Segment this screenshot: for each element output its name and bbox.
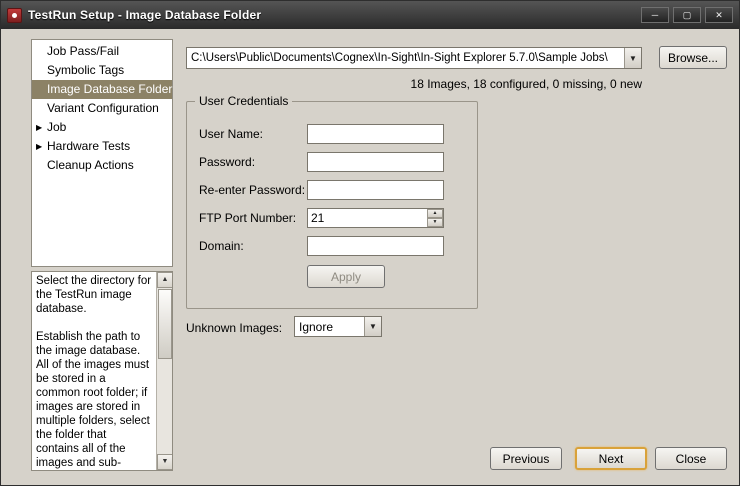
setup-nav-list: Job Pass/Fail Symbolic Tags Image Databa… bbox=[31, 39, 173, 267]
sidebar-item-hardware-tests[interactable]: ▶ Hardware Tests bbox=[32, 137, 172, 156]
ftp-port-spinner: ▲ ▼ bbox=[427, 209, 443, 227]
spin-down-icon[interactable]: ▼ bbox=[427, 218, 443, 227]
sidebar-item-symbolic-tags[interactable]: Symbolic Tags bbox=[32, 61, 172, 80]
password-label: Password: bbox=[199, 155, 307, 169]
minimize-button[interactable]: ─ bbox=[641, 7, 669, 23]
testrun-setup-dialog: TestRun Setup - Image Database Folder ─ … bbox=[0, 0, 740, 486]
scroll-down-icon[interactable]: ▼ bbox=[157, 454, 173, 470]
image-database-path-value: C:\Users\Public\Documents\Cognex\In-Sigh… bbox=[187, 52, 624, 64]
path-dropdown-icon[interactable]: ▼ bbox=[624, 48, 641, 68]
sidebar-item-label: Symbolic Tags bbox=[47, 61, 124, 80]
sidebar-item-label: Cleanup Actions bbox=[47, 156, 134, 175]
next-button[interactable]: Next bbox=[575, 447, 647, 470]
user-name-row: User Name: bbox=[199, 124, 444, 144]
unknown-images-select[interactable]: Ignore ▼ bbox=[294, 316, 382, 337]
browse-button[interactable]: Browse... bbox=[659, 46, 727, 69]
spin-up-icon[interactable]: ▲ bbox=[427, 209, 443, 218]
sidebar-item-cleanup-actions[interactable]: Cleanup Actions bbox=[32, 156, 172, 175]
close-window-button[interactable]: ✕ bbox=[705, 7, 733, 23]
user-name-label: User Name: bbox=[199, 127, 307, 141]
window-controls: ─ ▢ ✕ bbox=[641, 7, 733, 23]
scrollbar-thumb[interactable] bbox=[158, 289, 172, 359]
password-field[interactable] bbox=[307, 152, 444, 172]
sidebar-item-image-database-folder[interactable]: Image Database Folder bbox=[32, 80, 172, 99]
sidebar-item-label: Job bbox=[47, 118, 66, 137]
user-credentials-group: User Credentials User Name: Password: Re… bbox=[186, 101, 478, 309]
ftp-port-label: FTP Port Number: bbox=[199, 211, 307, 225]
domain-label: Domain: bbox=[199, 239, 307, 253]
previous-button[interactable]: Previous bbox=[490, 447, 562, 470]
description-panel: Select the directory for the TestRun ima… bbox=[31, 271, 173, 471]
expand-arrow-icon: ▶ bbox=[36, 118, 47, 137]
app-icon bbox=[7, 8, 22, 23]
sidebar-item-label: Hardware Tests bbox=[47, 137, 130, 156]
reenter-password-field[interactable] bbox=[307, 180, 444, 200]
reenter-password-label: Re-enter Password: bbox=[199, 183, 307, 197]
window-title: TestRun Setup - Image Database Folder bbox=[28, 8, 261, 22]
image-database-path-combo[interactable]: C:\Users\Public\Documents\Cognex\In-Sigh… bbox=[186, 47, 642, 69]
sidebar-item-label: Image Database Folder bbox=[47, 80, 172, 99]
ftp-port-stepper: ▲ ▼ bbox=[307, 208, 444, 228]
close-button[interactable]: Close bbox=[655, 447, 727, 470]
unknown-images-label: Unknown Images: bbox=[186, 321, 282, 335]
sidebar-item-job[interactable]: ▶ Job bbox=[32, 118, 172, 137]
ftp-port-row: FTP Port Number: ▲ ▼ bbox=[199, 208, 444, 228]
scroll-up-icon[interactable]: ▲ bbox=[157, 272, 173, 288]
images-status-text: 18 Images, 18 configured, 0 missing, 0 n… bbox=[186, 77, 642, 91]
domain-row: Domain: bbox=[199, 236, 444, 256]
expand-arrow-icon: ▶ bbox=[36, 137, 47, 156]
maximize-button[interactable]: ▢ bbox=[673, 7, 701, 23]
sidebar-item-label: Job Pass/Fail bbox=[47, 42, 119, 61]
group-title: User Credentials bbox=[195, 94, 292, 108]
sidebar-item-label: Variant Configuration bbox=[47, 99, 159, 118]
unknown-images-dropdown-icon[interactable]: ▼ bbox=[364, 317, 381, 336]
ftp-port-field[interactable] bbox=[307, 208, 444, 228]
title-bar[interactable]: TestRun Setup - Image Database Folder ─ … bbox=[1, 1, 739, 29]
user-name-field[interactable] bbox=[307, 124, 444, 144]
apply-button[interactable]: Apply bbox=[307, 265, 385, 288]
description-text: Select the directory for the TestRun ima… bbox=[36, 274, 152, 471]
domain-field[interactable] bbox=[307, 236, 444, 256]
description-scrollbar[interactable]: ▲ ▼ bbox=[156, 272, 172, 470]
reenter-password-row: Re-enter Password: bbox=[199, 180, 444, 200]
unknown-images-value: Ignore bbox=[295, 320, 364, 334]
sidebar-item-job-pass-fail[interactable]: Job Pass/Fail bbox=[32, 42, 172, 61]
password-row: Password: bbox=[199, 152, 444, 172]
sidebar-item-variant-configuration[interactable]: Variant Configuration bbox=[32, 99, 172, 118]
